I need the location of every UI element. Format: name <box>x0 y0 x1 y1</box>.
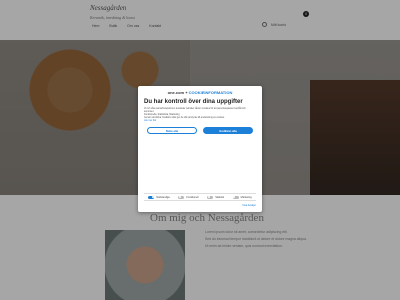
cookie-consent-dialog: one.com + COOKIEINFORMATION Du har kontr… <box>138 86 262 212</box>
toggle-label: Statistik <box>215 195 224 199</box>
toggle-necessary[interactable]: Nödvändiga <box>148 195 170 199</box>
toggle-switch[interactable] <box>178 195 185 199</box>
dialog-buttons: Neka alla Godkänn alla <box>144 127 256 134</box>
toggle-switch[interactable] <box>148 195 155 199</box>
brand-cookieinformation: COOKIEINFORMATION <box>188 90 233 95</box>
toggle-statistics[interactable]: Statistik <box>207 195 224 199</box>
read-more-link[interactable]: Läs mer här <box>144 120 256 123</box>
toggle-switch[interactable] <box>232 195 239 199</box>
toggle-marketing[interactable]: Marketing <box>232 195 252 199</box>
reject-all-button[interactable]: Neka alla <box>147 127 197 134</box>
toggle-functional[interactable]: Funktionell <box>178 195 199 199</box>
accept-all-button[interactable]: Godkänn alla <box>203 127 253 134</box>
dialog-title: Du har kontroll över dina uppgifter <box>144 99 243 105</box>
show-details-link[interactable]: Visa detaljer <box>242 204 256 207</box>
consent-toggles: Nödvändiga Funktionell Statistik Marketi… <box>144 193 256 201</box>
dialog-text: Vi och våra samarbetspartners använder t… <box>144 108 256 123</box>
brand-onecom: one.com <box>167 90 185 95</box>
toggle-label: Funktionell <box>186 195 199 199</box>
dialog-brand: one.com + COOKIEINFORMATION <box>167 90 233 95</box>
toggle-label: Marketing <box>240 195 252 199</box>
toggle-label: Nödvändiga <box>156 195 170 199</box>
toggle-switch[interactable] <box>207 195 214 199</box>
